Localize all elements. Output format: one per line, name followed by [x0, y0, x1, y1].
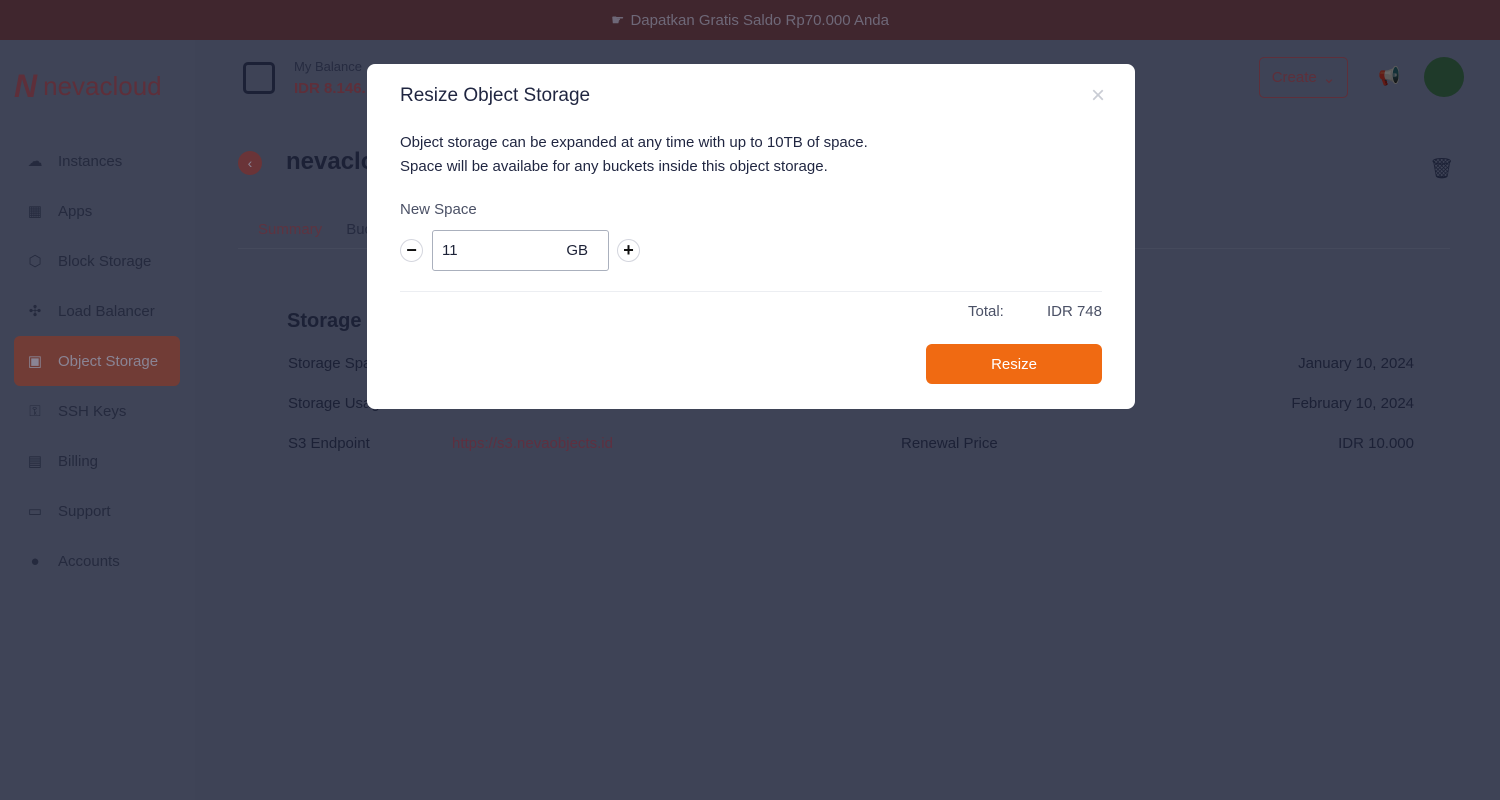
page-title: nevaclo — [286, 148, 376, 175]
modal-description: Object storage can be expanded at any ti… — [400, 131, 868, 179]
row-value: IDR 10.000 — [1338, 435, 1414, 452]
chat-icon: ▭ — [27, 503, 43, 520]
create-button[interactable]: Create ⌄ — [1259, 57, 1348, 98]
plus-button[interactable]: + — [617, 239, 640, 262]
sidebar-item-apps[interactable]: ▦ Apps — [14, 186, 180, 236]
tabs: Summary Buc — [258, 221, 372, 238]
desc-line: Space will be availabe for any buckets i… — [400, 158, 828, 175]
close-icon[interactable]: × — [1091, 82, 1105, 110]
resize-modal: Resize Object Storage × Object storage c… — [367, 64, 1135, 409]
s3-endpoint-link[interactable]: https://s3.nevaobjects.id — [452, 435, 613, 452]
sidebar-item-label: Support — [58, 502, 111, 520]
sidebar-item-support[interactable]: ▭ Support — [14, 486, 180, 536]
instances-icon: ☁ — [27, 153, 43, 170]
sidebar-item-accounts[interactable]: ● Accounts — [14, 536, 180, 586]
total-value: IDR 748 — [1046, 303, 1102, 320]
space-input[interactable]: 11 GB — [432, 230, 609, 271]
row-label: Renewal Price — [901, 435, 998, 452]
apps-icon: ▦ — [27, 203, 43, 220]
desc-line: Object storage can be expanded at any ti… — [400, 134, 868, 151]
row-label: S3 Endpoint — [288, 435, 370, 452]
hand-icon: ☛ — [611, 12, 625, 29]
total-label: Total: — [968, 303, 1004, 320]
document-icon: ▤ — [27, 453, 43, 470]
key-icon: ⚿ — [29, 402, 41, 420]
sidebar-item-block-storage[interactable]: ⬡ Block Storage — [14, 236, 180, 286]
sidebar-item-object-storage[interactable]: ▣ Object Storage — [14, 336, 180, 386]
promo-banner[interactable]: ☛ Dapatkan Gratis Saldo Rp70.000 Anda — [0, 0, 1500, 40]
sidebar-item-label: Block Storage — [58, 252, 152, 270]
sidebar-item-label: SSH Keys — [58, 402, 127, 420]
sidebar-item-billing[interactable]: ▤ Billing — [14, 436, 180, 486]
row-value: February 10, 2024 — [1291, 395, 1414, 412]
sidebar-item-instances[interactable]: ☁ Instances — [14, 136, 180, 186]
create-label: Create — [1271, 69, 1317, 86]
balance-value: IDR 8.146. — [294, 80, 366, 97]
user-icon: ● — [30, 552, 40, 570]
chevron-down-icon: ⌄ — [1322, 69, 1336, 87]
sidebar-nav: ☁ Instances ▦ Apps ⬡ Block Storage ✣ Load Balan… — [14, 136, 180, 586]
sidebar-item-label: Object Storage — [58, 352, 159, 370]
network-icon: ✣ — [28, 303, 42, 320]
divider — [400, 291, 1102, 292]
sidebar-item-load-balancer[interactable]: ✣ Load Balancer — [14, 286, 180, 336]
megaphone-icon[interactable]: 📢 — [1378, 66, 1400, 87]
logo-text: nevacloud — [43, 71, 162, 101]
resize-button[interactable]: Resize — [926, 344, 1102, 384]
cube-icon: ⬡ — [28, 253, 42, 270]
minus-button[interactable]: − — [400, 239, 423, 262]
sidebar-item-label: Apps — [58, 202, 93, 220]
storage-icon: ▣ — [27, 353, 43, 370]
trash-icon[interactable]: 🗑 — [1429, 156, 1454, 181]
back-button[interactable]: ‹ — [238, 151, 262, 175]
promo-text: Dapatkan Gratis Saldo Rp70.000 Anda — [630, 11, 889, 29]
modal-title: Resize Object Storage — [400, 85, 591, 106]
section-title: Storage — [287, 310, 362, 332]
wallet-icon — [243, 62, 275, 94]
tab-summary[interactable]: Summary — [258, 221, 322, 238]
sidebar-item-label: Load Balancer — [58, 302, 155, 320]
avatar[interactable] — [1424, 57, 1464, 97]
logo[interactable]: Nnevacloud — [14, 68, 162, 105]
sidebar-item-label: Instances — [58, 152, 123, 170]
sidebar-item-label: Billing — [58, 452, 99, 470]
row-label: Storage Usag — [288, 395, 380, 412]
row-label: Storage Spa — [288, 355, 372, 372]
field-label: New Space — [400, 201, 477, 218]
sidebar-item-label: Accounts — [58, 552, 120, 570]
balance-label: My Balance — [294, 59, 362, 74]
sidebar-item-ssh-keys[interactable]: ⚿ SSH Keys — [14, 386, 180, 436]
sidebar: Nnevacloud ☁ Instances ▦ Apps ⬡ Block Storage… — [0, 40, 195, 800]
row-value: January 10, 2024 — [1298, 355, 1414, 372]
space-value[interactable]: 11 — [442, 242, 458, 259]
unit-label: GB — [566, 242, 588, 259]
